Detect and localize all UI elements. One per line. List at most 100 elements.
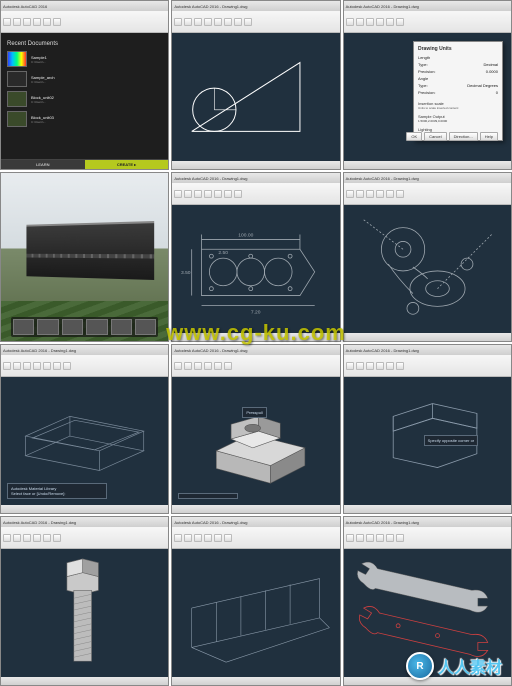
ribbon-button[interactable] [356, 18, 364, 26]
ribbon-button[interactable] [346, 18, 354, 26]
ribbon-button[interactable] [194, 534, 202, 542]
ribbon-button[interactable] [214, 190, 222, 198]
ribbon-button[interactable] [13, 534, 21, 542]
ribbon-button[interactable] [53, 534, 61, 542]
ribbon-button[interactable] [356, 190, 364, 198]
drawing-canvas[interactable]: Specify opposite corner or [344, 377, 511, 505]
drawing-canvas[interactable] [172, 33, 339, 161]
ribbon-button[interactable] [234, 18, 242, 26]
drawing-canvas[interactable]: Presspull [172, 377, 339, 505]
ribbon-button[interactable] [43, 18, 51, 26]
ribbon-button[interactable] [224, 362, 232, 370]
ribbon-button[interactable] [174, 362, 182, 370]
ribbon-button[interactable] [356, 534, 364, 542]
ribbon-button[interactable] [376, 534, 384, 542]
ribbon-button[interactable] [386, 534, 394, 542]
direction-button[interactable]: Direction... [449, 132, 478, 141]
ribbon-button[interactable] [244, 18, 252, 26]
ribbon-button[interactable] [23, 18, 31, 26]
ribbon[interactable] [1, 527, 168, 549]
ribbon-button[interactable] [376, 362, 384, 370]
drawing-canvas[interactable]: Drawing Units Length Type:Decimal Precis… [344, 33, 511, 161]
recent-item[interactable]: Sample_arch C:\Users\... [7, 71, 162, 87]
ribbon-button[interactable] [184, 362, 192, 370]
recent-item[interactable]: Block_unit03 C:\Users\... [7, 111, 162, 127]
help-button[interactable]: Help [480, 132, 498, 141]
drawing-canvas[interactable]: 100.00 7.20 3.50 2.50 [172, 205, 339, 333]
ribbon-button[interactable] [3, 18, 11, 26]
ribbon-button[interactable] [174, 190, 182, 198]
ribbon-button[interactable] [53, 362, 61, 370]
ribbon-button[interactable] [396, 534, 404, 542]
ribbon[interactable] [344, 355, 511, 377]
ribbon-button[interactable] [33, 18, 41, 26]
ribbon-button[interactable] [366, 190, 374, 198]
drawing-canvas[interactable] [172, 549, 339, 677]
ribbon-button[interactable] [204, 190, 212, 198]
drawing-canvas[interactable] [344, 549, 511, 677]
ribbon-button[interactable] [184, 190, 192, 198]
ribbon[interactable] [1, 11, 168, 33]
ribbon-button[interactable] [43, 362, 51, 370]
ribbon-button[interactable] [204, 362, 212, 370]
ribbon-button[interactable] [366, 362, 374, 370]
ribbon[interactable] [172, 355, 339, 377]
ribbon[interactable] [344, 527, 511, 549]
recent-item[interactable]: Block_unit02 C:\Users\... [7, 91, 162, 107]
ribbon-button[interactable] [33, 534, 41, 542]
ribbon-button[interactable] [53, 18, 61, 26]
ribbon-button[interactable] [366, 18, 374, 26]
render-thumb[interactable] [86, 319, 107, 335]
ribbon[interactable] [344, 11, 511, 33]
field-value[interactable]: Decimal Degrees [467, 83, 498, 88]
ribbon-button[interactable] [184, 18, 192, 26]
field-value[interactable]: Decimal [484, 62, 498, 67]
ribbon-button[interactable] [386, 190, 394, 198]
ribbon-button[interactable] [234, 190, 242, 198]
ribbon-button[interactable] [224, 18, 232, 26]
ribbon-button[interactable] [204, 18, 212, 26]
ribbon-button[interactable] [346, 362, 354, 370]
ribbon-button[interactable] [366, 534, 374, 542]
render-thumb[interactable] [111, 319, 132, 335]
ribbon-button[interactable] [3, 362, 11, 370]
create-button[interactable]: CREATE ▸ [85, 159, 169, 169]
ribbon-button[interactable] [376, 18, 384, 26]
ribbon-button[interactable] [376, 190, 384, 198]
field-value[interactable]: 0 [496, 90, 498, 95]
ribbon-button[interactable] [43, 534, 51, 542]
ribbon-button[interactable] [184, 534, 192, 542]
ribbon-button[interactable] [194, 362, 202, 370]
ribbon-button[interactable] [23, 534, 31, 542]
ribbon-button[interactable] [386, 18, 394, 26]
render-thumb[interactable] [62, 319, 83, 335]
drawing-canvas[interactable]: Autodesk Material Library Select face or… [1, 377, 168, 505]
render-thumb[interactable] [37, 319, 58, 335]
ribbon-button[interactable] [194, 18, 202, 26]
ribbon-button[interactable] [13, 18, 21, 26]
render-thumb[interactable] [13, 319, 34, 335]
ribbon-button[interactable] [396, 362, 404, 370]
field-value[interactable]: 0.0000 [486, 69, 498, 74]
ribbon-button[interactable] [224, 534, 232, 542]
ribbon-button[interactable] [396, 18, 404, 26]
ribbon[interactable] [1, 355, 168, 377]
ribbon-button[interactable] [346, 534, 354, 542]
ribbon-button[interactable] [396, 190, 404, 198]
ribbon-button[interactable] [13, 362, 21, 370]
ribbon-button[interactable] [33, 362, 41, 370]
recent-item[interactable]: Sample1 C:\Users\... [7, 51, 162, 67]
ribbon[interactable] [172, 527, 339, 549]
drawing-canvas[interactable] [344, 205, 511, 333]
ribbon-button[interactable] [214, 534, 222, 542]
ribbon-button[interactable] [224, 190, 232, 198]
command-line[interactable] [178, 493, 238, 499]
ribbon-button[interactable] [214, 362, 222, 370]
ribbon-button[interactable] [386, 362, 394, 370]
learn-button[interactable]: LEARN [1, 159, 85, 169]
ribbon-button[interactable] [214, 18, 222, 26]
render-thumb[interactable] [135, 319, 156, 335]
ribbon-button[interactable] [204, 534, 212, 542]
ribbon-button[interactable] [346, 190, 354, 198]
ribbon-button[interactable] [194, 190, 202, 198]
